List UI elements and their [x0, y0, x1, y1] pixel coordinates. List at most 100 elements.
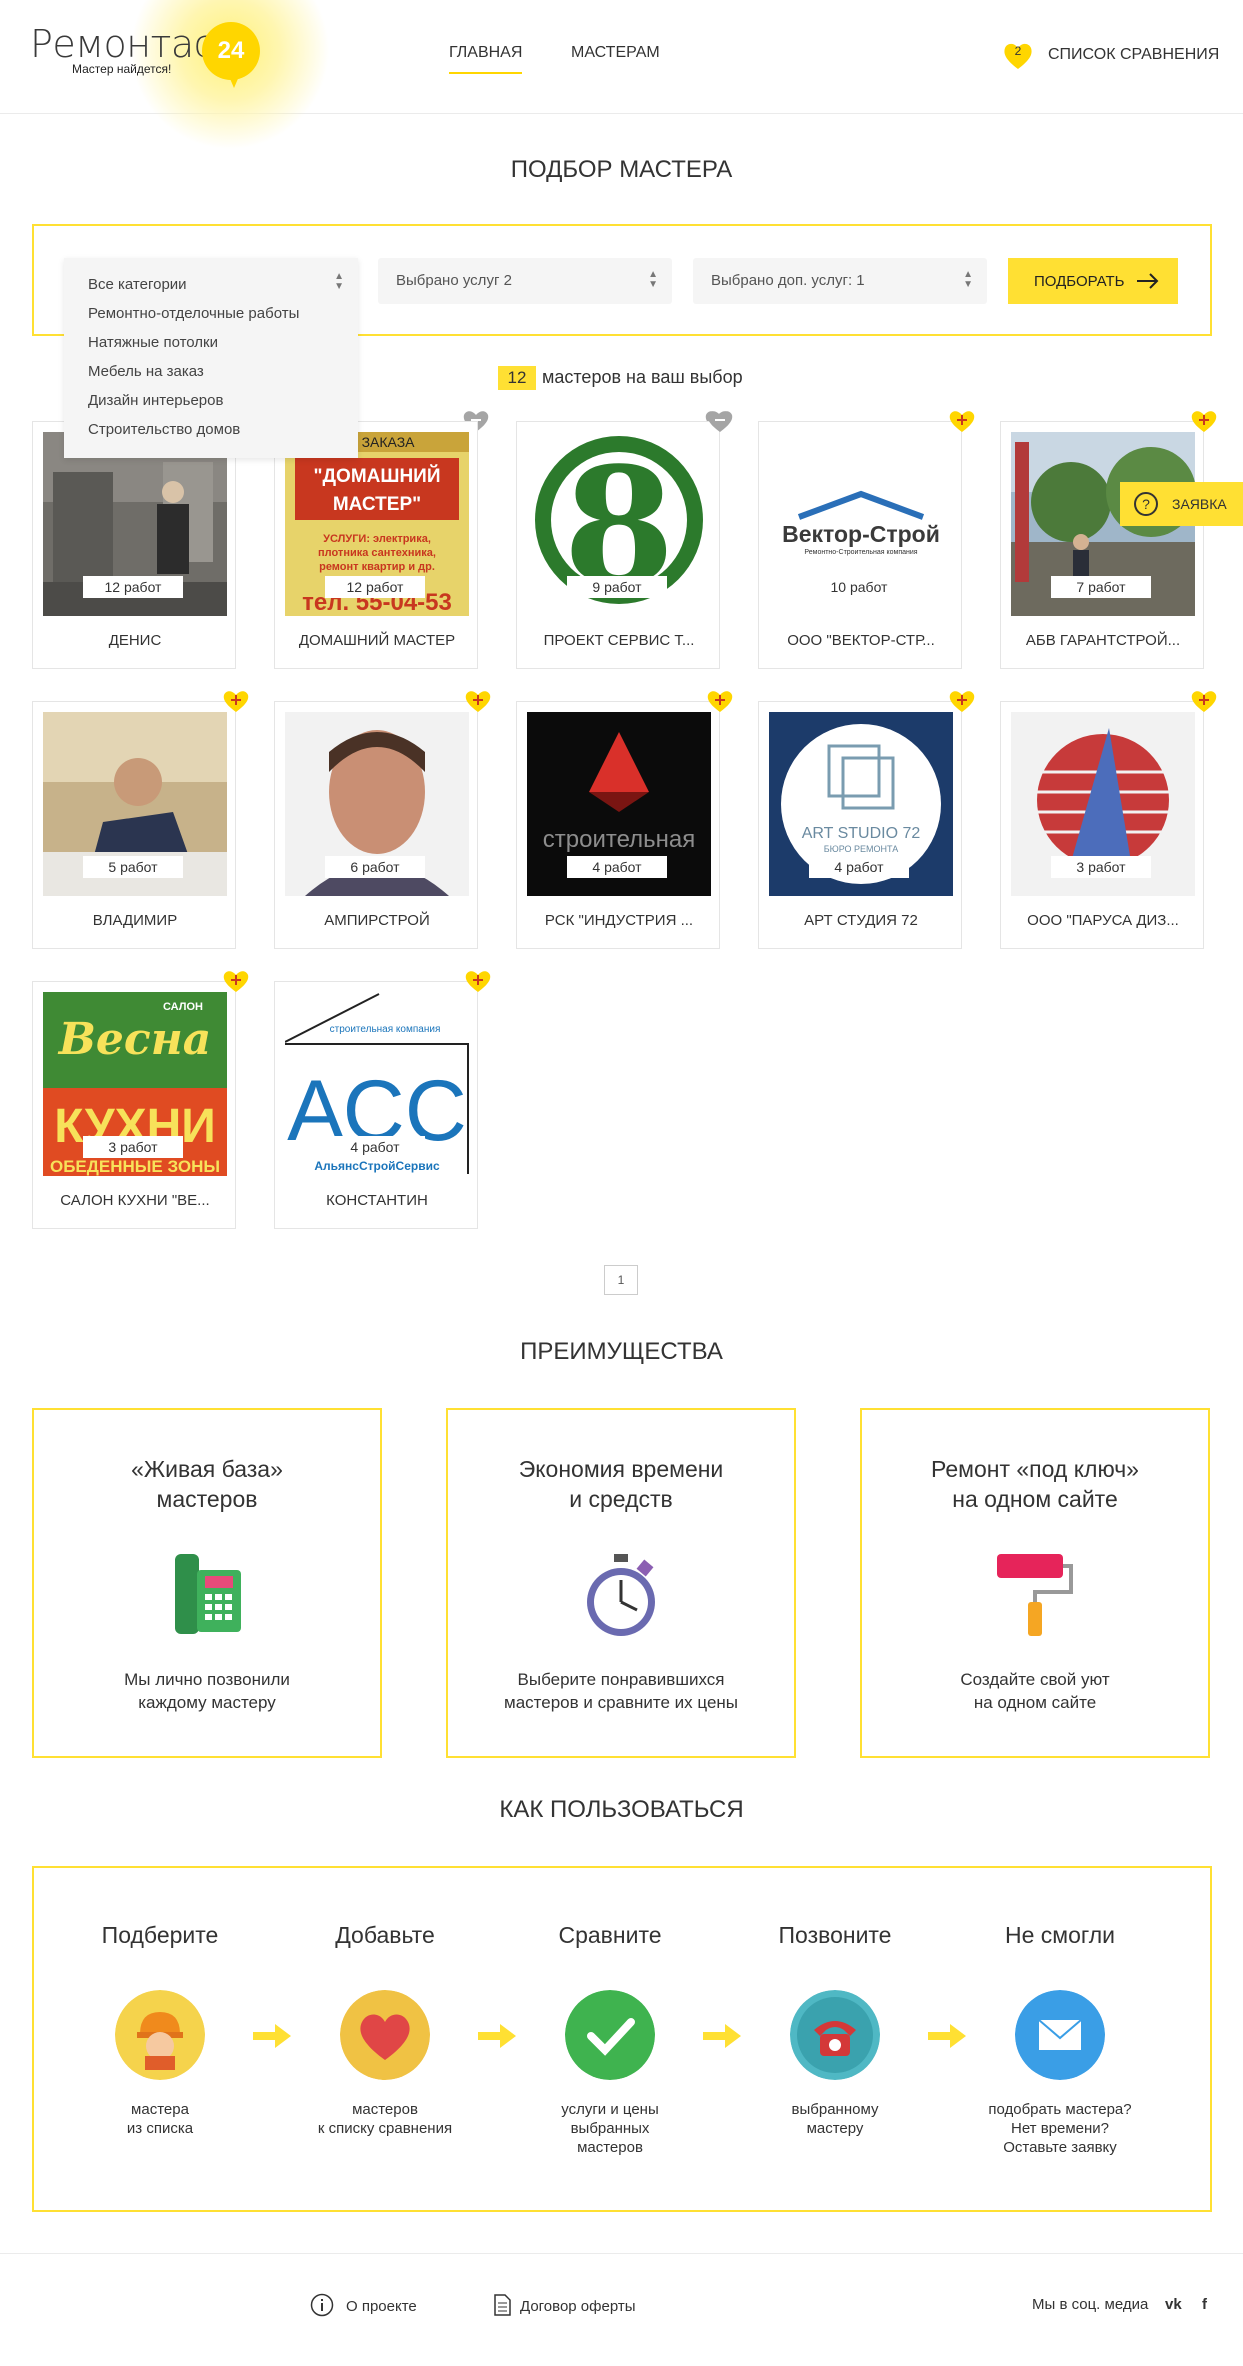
select-arrows-icon: ▲ ▼ — [334, 271, 344, 292]
stopwatch-icon — [587, 1554, 655, 1636]
works-count: 6 работ — [325, 856, 425, 878]
works-count: 10 работ — [809, 576, 909, 598]
advantage-title: «Живая база» мастеров — [131, 1456, 283, 1512]
extra-services-select[interactable]: Выбрано доп. услуг: 1 ▲ ▼ — [693, 258, 987, 304]
master-card[interactable]: 12 работ ДЕНИС — [32, 421, 236, 669]
add-compare-heart-icon[interactable] — [464, 968, 492, 994]
master-card[interactable]: БА ЗАКАЗА "ДОМАШНИЙ МАСТЕР" УСЛУГИ: электри… — [274, 421, 478, 669]
master-card[interactable]: 7 работ АБВ ГАРАНТСТРОЙ... — [1000, 421, 1204, 669]
request-tab[interactable]: ? ЗАЯВКА — [1120, 482, 1243, 526]
master-card[interactable]: 8 9 работ ПРОЕКТ СЕРВИС Т... — [516, 421, 720, 669]
pagination-page[interactable]: 1 — [604, 1265, 638, 1295]
logo-tagline: Мастер найдется! — [72, 62, 172, 76]
logo-art-text: ART STUDIO 72 — [802, 825, 921, 842]
master-name: ООО "ПАРУСА ДИЗ... — [1027, 912, 1179, 929]
category-option[interactable]: Дизайн интерьеров — [88, 392, 223, 409]
info-icon — [310, 2293, 334, 2317]
paint-roller-icon — [997, 1554, 1073, 1636]
works-count: 9 работ — [567, 576, 667, 598]
works-count: 4 работ — [809, 856, 909, 878]
category-option[interactable]: Натяжные потолки — [88, 334, 218, 351]
svg-text:плотника сантехника,: плотника сантехника, — [318, 547, 436, 559]
works-count: 12 работ — [325, 576, 425, 598]
advantage-title: Ремонт «под ключ» на одном сайте — [931, 1456, 1139, 1512]
offer-link[interactable]: Договор оферты — [520, 2298, 636, 2315]
master-name: АРТ СТУДИЯ 72 — [804, 912, 918, 929]
step-desc: мастера из списка — [126, 2101, 194, 2137]
document-icon — [494, 2294, 511, 2316]
phone-icon — [175, 1554, 241, 1634]
question-icon: ? — [1134, 492, 1158, 516]
category-option[interactable]: Мебель на заказ — [88, 363, 204, 380]
results-count: 12 — [498, 366, 536, 390]
advantage-card: Ремонт «под ключ» на одном сайте Создайте… — [860, 1408, 1210, 1758]
add-compare-heart-icon[interactable] — [222, 968, 250, 994]
facebook-icon[interactable]: f — [1202, 2296, 1207, 2313]
add-compare-heart-icon[interactable] — [222, 688, 250, 714]
master-name: ДОМАШНИЙ МАСТЕР — [298, 632, 456, 649]
svg-text:МАСТЕР": МАСТЕР" — [333, 494, 421, 515]
category-option[interactable]: Ремонтно-отделочные работы — [88, 305, 299, 322]
logo-text[interactable]: Ремонтас — [30, 22, 215, 66]
advantages-title: ПРЕИМУЩЕСТВА — [520, 1338, 723, 1365]
arrow-right-icon — [928, 2024, 966, 2048]
logo-vesna-top: САЛОН — [163, 1001, 203, 1013]
telephone-icon — [790, 1990, 880, 2080]
works-count: 5 работ — [83, 856, 183, 878]
master-card[interactable]: 3 работ ООО "ПАРУСА ДИЗ... — [1000, 701, 1204, 949]
step-title: Подберите — [101, 1922, 219, 1948]
master-card[interactable]: ART STUDIO 72 БЮРО РЕМОНТА 4 работ АРТ СТ… — [758, 701, 962, 949]
about-link[interactable]: О проекте — [346, 2298, 417, 2315]
logo-badge[interactable]: 24 — [202, 22, 260, 88]
select-arrows-icon: ▲ ▼ — [648, 269, 658, 290]
heart-icon — [340, 1990, 430, 2080]
master-name: ООО "ВЕКТОР-СТР... — [787, 632, 935, 649]
add-compare-heart-icon[interactable] — [948, 408, 976, 434]
footer-divider — [0, 2253, 1243, 2254]
logo-vektor-sub: Ремонтно-Строительная компания — [804, 549, 917, 556]
master-name: АМПИРСТРОЙ — [324, 912, 430, 929]
vk-icon[interactable]: vk — [1165, 2296, 1182, 2313]
add-compare-heart-icon[interactable] — [464, 688, 492, 714]
remove-compare-heart-icon[interactable] — [706, 408, 734, 434]
category-dropdown[interactable]: ▲ ▼ Все категории Ремонтно-отделочные раб… — [64, 258, 358, 458]
add-compare-heart-icon[interactable] — [1190, 688, 1218, 714]
advantage-title: Экономия времени и средств — [518, 1456, 724, 1512]
advantage-desc: Выберите понравившихся мастеров и сравнит… — [504, 1670, 738, 1712]
logo-vesna-bottom: ОБЕДЕННЫЕ ЗОНЫ — [50, 1157, 220, 1176]
step-desc: подобрать мастера? Нет времени? Оставьте з… — [988, 2101, 1132, 2156]
logo-vektor-text: Вектор-Строй — [782, 521, 940, 547]
nav-home[interactable]: ГЛАВНАЯ — [449, 44, 523, 74]
master-card[interactable]: строительная компания АСС АльянсСтройСерви… — [274, 981, 478, 1229]
master-card[interactable]: Вектор-Строй Ремонтно-Строительная компан… — [758, 421, 962, 669]
search-title: ПОДБОР МАСТЕРА — [510, 156, 733, 183]
compare-count: 2 — [1014, 44, 1022, 58]
svg-text:"ДОМАШНИЙ: "ДОМАШНИЙ — [314, 465, 441, 487]
master-card[interactable]: 6 работ АМПИРСТРОЙ — [274, 701, 478, 949]
master-card[interactable]: 5 работ ВЛАДИМИР — [32, 701, 236, 949]
arrow-right-icon — [253, 2024, 291, 2048]
category-option[interactable]: Строительство домов — [88, 421, 240, 438]
nav-masters[interactable]: МАСТЕРАМ — [571, 44, 660, 62]
how-to-title: КАК ПОЛЬЗОВАТЬСЯ — [499, 1796, 744, 1823]
logo-acc-top: строительная компания — [330, 1024, 441, 1035]
advantage-desc: Создайте свой уют на одном сайте — [960, 1670, 1110, 1712]
compare-list-link[interactable]: СПИСОК СРАВНЕНИЯ — [1048, 46, 1219, 64]
master-card[interactable]: САЛОН Весна КУХНИ ОБЕДЕННЫЕ ЗОНЫ 3 работ СА… — [32, 981, 236, 1229]
category-option[interactable]: Все категории — [88, 276, 187, 293]
request-tab-label: ЗАЯВКА — [1172, 496, 1227, 512]
check-icon — [565, 1990, 655, 2080]
advantage-card: «Живая база» мастеров Мы лично позвонили к… — [32, 1408, 382, 1758]
arrow-right-icon — [478, 2024, 516, 2048]
master-card[interactable]: строительная 4 работ РСК "ИНДУСТРИЯ ... — [516, 701, 720, 949]
master-name: ВЛАДИМИР — [92, 912, 178, 929]
works-count: 12 работ — [83, 576, 183, 598]
pick-button[interactable]: ПОДБОРАТЬ — [1008, 258, 1178, 304]
pick-button-label: ПОДБОРАТЬ — [1034, 273, 1125, 290]
add-compare-heart-icon[interactable] — [1190, 408, 1218, 434]
add-compare-heart-icon[interactable] — [706, 688, 734, 714]
step-title: Сравните — [558, 1922, 662, 1948]
services-select[interactable]: Выбрано услуг 2 ▲ ▼ — [378, 258, 672, 304]
results-count-label: мастеров на ваш выбор — [542, 367, 743, 387]
add-compare-heart-icon[interactable] — [948, 688, 976, 714]
